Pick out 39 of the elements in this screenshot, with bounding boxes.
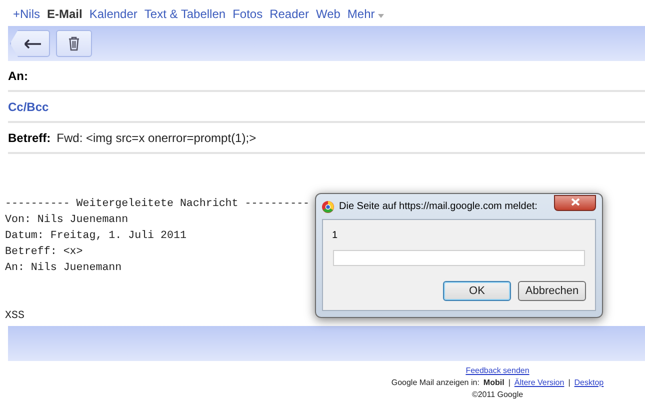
cancel-button[interactable]: Abbrechen: [518, 281, 586, 301]
delete-button[interactable]: [56, 30, 92, 57]
close-button[interactable]: [554, 194, 596, 210]
message-line: Betreff: <x>: [5, 245, 83, 260]
message-line: Datum: Freitag, 1. Juli 2011: [5, 229, 186, 244]
message-line: An: Nils Juenemann: [5, 261, 122, 276]
separator: |: [508, 378, 510, 387]
view-link[interactable]: Ältere Version: [514, 378, 564, 387]
nav-link[interactable]: Fotos: [232, 7, 263, 21]
cc-bcc-link[interactable]: Cc/Bcc: [8, 100, 49, 114]
nav-link[interactable]: Kalender: [89, 7, 138, 21]
feedback-link[interactable]: Feedback senden: [466, 366, 530, 375]
message-line: Von: Nils Juenemann: [5, 213, 128, 228]
subject-label: Betreff:: [8, 130, 51, 144]
nav-link[interactable]: Web: [316, 7, 340, 21]
view-label: Google Mail anzeigen in:: [391, 378, 480, 387]
nav-link[interactable]: +Nils: [13, 7, 40, 21]
back-button[interactable]: [10, 30, 50, 57]
separator: |: [568, 378, 570, 387]
message-text: XSS: [5, 309, 24, 324]
nav-link[interactable]: Reader: [270, 7, 309, 21]
view-link[interactable]: Desktop: [574, 378, 604, 387]
nav-link[interactable]: Text & Tabellen: [144, 7, 226, 21]
copyright-text: ©2011 Google: [472, 390, 524, 399]
close-icon: [570, 198, 580, 206]
dialog-message: 1: [332, 230, 338, 241]
browser-logo-icon: [322, 200, 334, 212]
message-line: ---------- Weitergeleitete Nachricht ----------: [5, 197, 310, 212]
trash-icon: [68, 36, 80, 51]
left-arrow-icon: [24, 38, 42, 48]
ok-button[interactable]: OK: [443, 281, 511, 301]
dialog-title: Die Seite auf https://mail.google.com meldet:: [339, 201, 538, 212]
nav-link[interactable]: Mehr: [347, 7, 384, 21]
subject-field[interactable]: Fwd: <img src=x onerror=prompt(1);>: [56, 130, 256, 144]
nav-link[interactable]: E-Mail: [47, 7, 82, 21]
to-label: An:: [8, 68, 28, 82]
current-view-label: Mobil: [483, 378, 504, 387]
prompt-input[interactable]: [333, 250, 585, 266]
caret-icon: [378, 14, 384, 18]
